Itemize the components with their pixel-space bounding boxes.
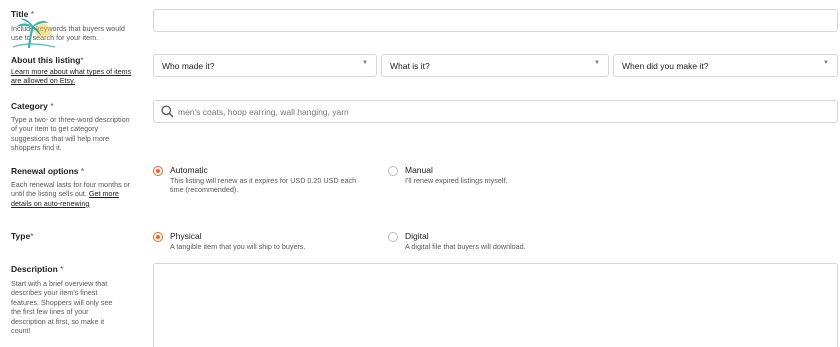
category-help: Type a two- or three-word description of… xyxy=(11,115,130,153)
type-digital-label: Digital xyxy=(405,231,429,241)
title-input[interactable] xyxy=(153,9,838,32)
category-placeholder: men's coats, hoop earring, wall hanging,… xyxy=(178,107,349,117)
when-made-select[interactable]: When did you make it? ▼ xyxy=(613,54,838,77)
type-label: Type xyxy=(11,231,31,241)
renewal-automatic-label: Automatic xyxy=(170,165,208,175)
radio-unselected-icon[interactable] xyxy=(388,232,398,242)
what-is-it-value: What is it? xyxy=(390,61,430,71)
renewal-manual-label: Manual xyxy=(405,165,433,175)
palm-tree-logo xyxy=(9,17,65,51)
type-physical-label: Physical xyxy=(170,231,202,241)
who-made-select[interactable]: Who made it? ▼ xyxy=(153,54,377,77)
category-label-group: Category * Type a two- or three-word des… xyxy=(11,101,136,153)
description-help: Start with a brief overview that describ… xyxy=(11,279,113,336)
description-textarea[interactable] xyxy=(153,263,838,347)
required-mark: * xyxy=(80,55,84,65)
category-search-field[interactable]: men's coats, hoop earring, wall hanging,… xyxy=(153,100,838,123)
radio-unselected-icon[interactable] xyxy=(388,166,398,176)
about-help-link[interactable]: Learn more about what types of items are… xyxy=(11,67,131,85)
renewal-label-group: Renewal options * Each renewal lasts for… xyxy=(11,166,136,208)
type-physical-desc: A tangible item that you will ship to bu… xyxy=(170,242,306,251)
about-label-group: About this listing* Learn more about wha… xyxy=(11,55,136,86)
renewal-automatic-desc: This listing will renew as it expires fo… xyxy=(170,176,357,195)
who-made-value: Who made it? xyxy=(162,61,215,71)
chevron-down-icon: ▼ xyxy=(594,60,600,66)
description-label: Description xyxy=(11,264,58,274)
about-label: About this listing xyxy=(11,55,81,65)
radio-selected-icon[interactable] xyxy=(153,166,163,176)
when-made-value: When did you make it? xyxy=(622,61,709,71)
required-mark: * xyxy=(80,166,85,176)
required-mark: * xyxy=(50,101,54,111)
chevron-down-icon: ▼ xyxy=(362,60,368,66)
category-label: Category xyxy=(11,101,48,111)
renewal-label: Renewal options xyxy=(11,166,79,176)
required-mark: * xyxy=(30,231,34,241)
chevron-down-icon: ▼ xyxy=(823,60,829,66)
renewal-manual-desc: I'll renew expired listings myself. xyxy=(405,176,508,185)
search-icon xyxy=(161,105,174,123)
type-digital-desc: A digital file that buyers will download… xyxy=(405,242,526,251)
description-label-group: Description * Start with a brief overvie… xyxy=(11,264,136,335)
type-label-group: Type* xyxy=(11,231,136,242)
what-is-it-select[interactable]: What is it? ▼ xyxy=(381,54,609,77)
required-mark: * xyxy=(60,264,64,274)
radio-selected-icon[interactable] xyxy=(153,232,163,242)
